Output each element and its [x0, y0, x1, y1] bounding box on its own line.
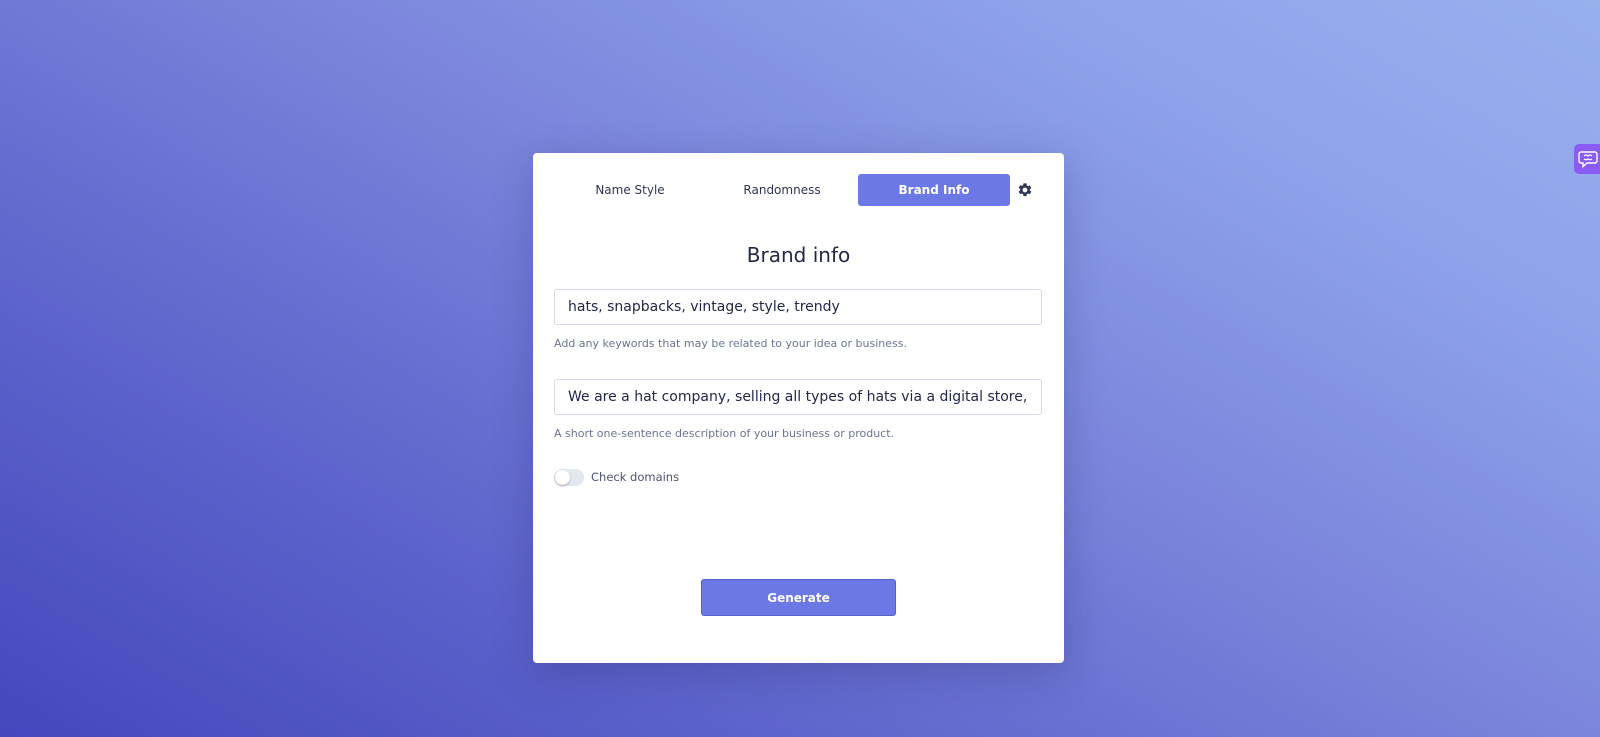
- tab-randomness[interactable]: Randomness: [706, 174, 858, 206]
- description-hint: A short one-sentence description of your…: [554, 427, 895, 440]
- side-widget-button[interactable]: [1574, 144, 1600, 174]
- generator-card: Name Style Randomness Brand Info Brand i…: [533, 153, 1064, 663]
- tab-brand-info[interactable]: Brand Info: [858, 174, 1010, 206]
- check-domains-label: Check domains: [591, 470, 680, 484]
- gear-icon[interactable]: [1017, 182, 1033, 198]
- keywords-input[interactable]: [554, 289, 1042, 325]
- keywords-hint: Add any keywords that may be related to …: [554, 337, 907, 350]
- description-input[interactable]: [554, 379, 1042, 415]
- tab-name-style[interactable]: Name Style: [554, 174, 706, 206]
- check-domains-toggle[interactable]: [554, 469, 584, 486]
- toggle-knob: [555, 470, 570, 485]
- generate-button[interactable]: Generate: [701, 579, 896, 616]
- page-title: Brand info: [746, 243, 851, 267]
- tab-bar: Name Style Randomness Brand Info: [554, 174, 1044, 206]
